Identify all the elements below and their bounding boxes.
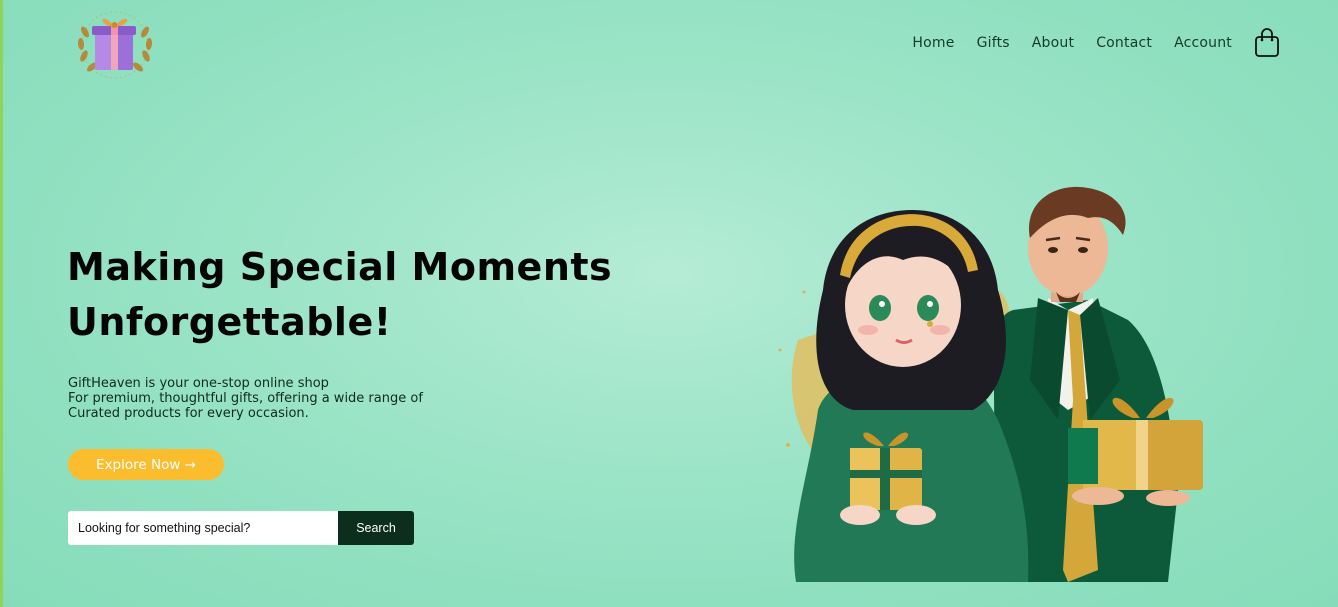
nav-about-link[interactable]: About (1032, 35, 1074, 51)
hero-title: Making Special Moments Unforgettable! (67, 240, 627, 350)
hero-illustration (778, 186, 1203, 582)
hero-desc-line: For premium, thoughtful gifts, offering … (68, 391, 423, 406)
nav-contact-link[interactable]: Contact (1096, 35, 1152, 51)
hero-title-line: Unforgettable! (67, 300, 392, 344)
search-input[interactable] (68, 511, 338, 545)
nav-account-link[interactable]: Account (1174, 35, 1232, 51)
shopping-bag-icon[interactable] (1254, 28, 1280, 58)
explore-now-button[interactable]: Explore Now → (68, 449, 224, 480)
nav-gifts-link[interactable]: Gifts (977, 35, 1010, 51)
hero-desc-line: GiftHeaven is your one-stop online shop (68, 376, 329, 391)
hero-description: GiftHeaven is your one-stop online shop … (68, 376, 488, 421)
hero-title-line: Making Special Moments (67, 245, 613, 289)
search-button[interactable]: Search (338, 511, 414, 545)
nav-home-link[interactable]: Home (912, 35, 954, 51)
gift-logo-icon[interactable] (73, 8, 157, 80)
search-bar: Search (68, 511, 414, 545)
hero-desc-line: Curated products for every occasion. (68, 406, 309, 421)
main-nav: Home Gifts About Contact Account (912, 28, 1280, 58)
